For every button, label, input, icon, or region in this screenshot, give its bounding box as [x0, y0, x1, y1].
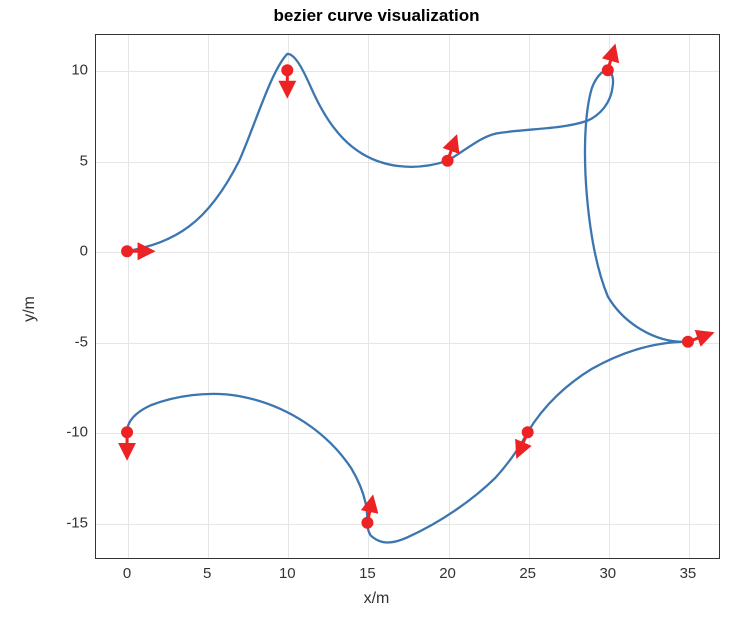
- y-tick-label: -15: [38, 514, 88, 531]
- y-tick-label: 5: [38, 152, 88, 169]
- control-point-marker: [121, 426, 133, 438]
- control-point-marker: [522, 426, 534, 438]
- x-tick-label: 25: [519, 565, 536, 582]
- x-tick-label: 20: [439, 565, 456, 582]
- x-tick-label: 10: [279, 565, 296, 582]
- y-tick-label: -5: [38, 333, 88, 350]
- x-tick-label: 35: [680, 565, 697, 582]
- control-point-marker: [281, 64, 293, 76]
- bezier-curve-segment: [528, 333, 704, 433]
- bezier-curve-segment: [127, 394, 367, 523]
- chart-container: bezier curve visualization x/m y/m 0 5 10 1…: [0, 0, 753, 617]
- y-tick-label: 0: [38, 243, 88, 260]
- chart-title: bezier curve visualization: [0, 6, 753, 26]
- control-point-marker: [361, 517, 373, 529]
- control-point-marker: [121, 245, 133, 257]
- x-tick-label: 0: [123, 565, 131, 582]
- x-tick-label: 15: [359, 565, 376, 582]
- control-point-marker: [442, 155, 454, 167]
- x-tick-label: 30: [599, 565, 616, 582]
- control-point-marker: [602, 64, 614, 76]
- y-tick-label: 10: [38, 62, 88, 79]
- x-axis-label: x/m: [0, 590, 753, 608]
- chart-svg: [95, 34, 720, 559]
- bezier-curve-segment: [448, 70, 613, 161]
- x-tick-label: 5: [203, 565, 211, 582]
- bezier-curve-segment: [367, 432, 527, 542]
- control-point-marker: [682, 336, 694, 348]
- y-tick-label: -10: [38, 424, 88, 441]
- y-axis-label: y/m: [21, 296, 39, 322]
